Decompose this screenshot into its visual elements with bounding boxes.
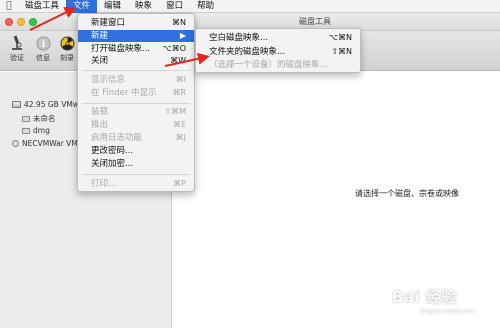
baidu-watermark-url: jingyan.baidu.com	[420, 308, 476, 315]
sidebar-item-disk-vmware[interactable]: 42.95 GB VMw	[12, 100, 79, 109]
new-submenu: 空白磁盘映象... ⌥⌘N 文件夹的磁盘映象... ⇧⌘N （选择一个设备）的磁盘映…	[195, 28, 361, 73]
sidebar-item-optical-drive[interactable]: NECVMWar VM	[12, 139, 78, 148]
info-button[interactable]: i 信息	[32, 35, 54, 63]
menu-item-turn-off-encryption[interactable]: 关闭加密...	[78, 158, 194, 170]
menu-separator	[82, 174, 190, 175]
apple-icon[interactable]: 	[0, 1, 18, 11]
svg-text:i: i	[41, 40, 45, 50]
menu-item-change-password[interactable]: 更改密码...	[78, 145, 194, 157]
menu-help[interactable]: 帮助	[190, 0, 221, 13]
menu-separator	[82, 103, 190, 104]
menu-disk-utility[interactable]: 磁盘工具	[18, 0, 66, 13]
sidebar-item-label: 未命名	[33, 114, 56, 123]
menu-separator	[82, 70, 190, 71]
volume-icon	[22, 127, 30, 134]
menu-item-new-window[interactable]: 新建窗口 ⌘N	[78, 17, 194, 29]
info-label: 信息	[36, 54, 50, 62]
menu-item-print[interactable]: 打印... ⌘P	[78, 178, 194, 190]
menu-item-close[interactable]: 关闭 ⌘W	[78, 55, 194, 67]
sidebar-item-label: NECVMWar VM	[22, 139, 78, 148]
menu-edit[interactable]: 编辑	[97, 0, 128, 13]
burn-icon	[59, 35, 75, 51]
window-title: 磁盘工具	[299, 17, 331, 26]
menu-image[interactable]: 映象	[128, 0, 159, 13]
sidebar-item-untitled[interactable]: 未命名	[22, 113, 56, 124]
menu-window[interactable]: 窗口	[159, 0, 190, 13]
file-menu: 新建窗口 ⌘N 新建 ▶ 打开磁盘映象... ⌥⌘O 关闭 ⌘W 显示信息 ⌘I 在 Fi…	[77, 13, 195, 192]
microscope-icon	[9, 35, 25, 51]
volume-icon	[22, 115, 30, 122]
burn-label: 刻录	[60, 54, 74, 62]
menubar:  磁盘工具 文件 编辑 映象 窗口 帮助	[0, 0, 500, 13]
burn-button[interactable]: 刻录	[56, 35, 78, 63]
menu-item-enable-journaling[interactable]: 启用日志功能 ⌘J	[78, 132, 194, 144]
menu-item-new[interactable]: 新建 ▶	[78, 30, 194, 42]
menu-item-get-info[interactable]: 显示信息 ⌘I	[78, 74, 194, 86]
menu-item-open-disk-image[interactable]: 打开磁盘映象... ⌥⌘O	[78, 43, 194, 55]
submenu-item-image-from-device[interactable]: （选择一个设备）的磁盘映象...	[196, 59, 360, 71]
sidebar-item-dmg[interactable]: dmg	[22, 126, 50, 135]
menu-item-eject[interactable]: 推出 ⌘E	[78, 119, 194, 131]
menu-file[interactable]: 文件	[66, 0, 98, 13]
optical-drive-icon	[12, 140, 19, 147]
hard-disk-icon	[12, 101, 21, 108]
submenu-item-blank-image[interactable]: 空白磁盘映象... ⌥⌘N	[196, 32, 360, 44]
empty-selection-message: 请选择一个磁盘、宗卷或映像	[355, 189, 459, 198]
verify-button[interactable]: 验证	[6, 35, 28, 63]
baidu-watermark: Bai 经验	[392, 288, 457, 306]
menu-item-show-in-finder[interactable]: 在 Finder 中显示 ⌘R	[78, 87, 194, 99]
verify-label: 验证	[10, 54, 24, 62]
submenu-item-image-from-folder[interactable]: 文件夹的磁盘映象... ⇧⌘N	[196, 46, 360, 58]
menu-item-mount[interactable]: 装载 ⇧⌘M	[78, 106, 194, 118]
sidebar-item-label: 42.95 GB VMw	[24, 100, 79, 109]
info-icon: i	[35, 35, 51, 51]
sidebar-item-label: dmg	[33, 126, 50, 135]
